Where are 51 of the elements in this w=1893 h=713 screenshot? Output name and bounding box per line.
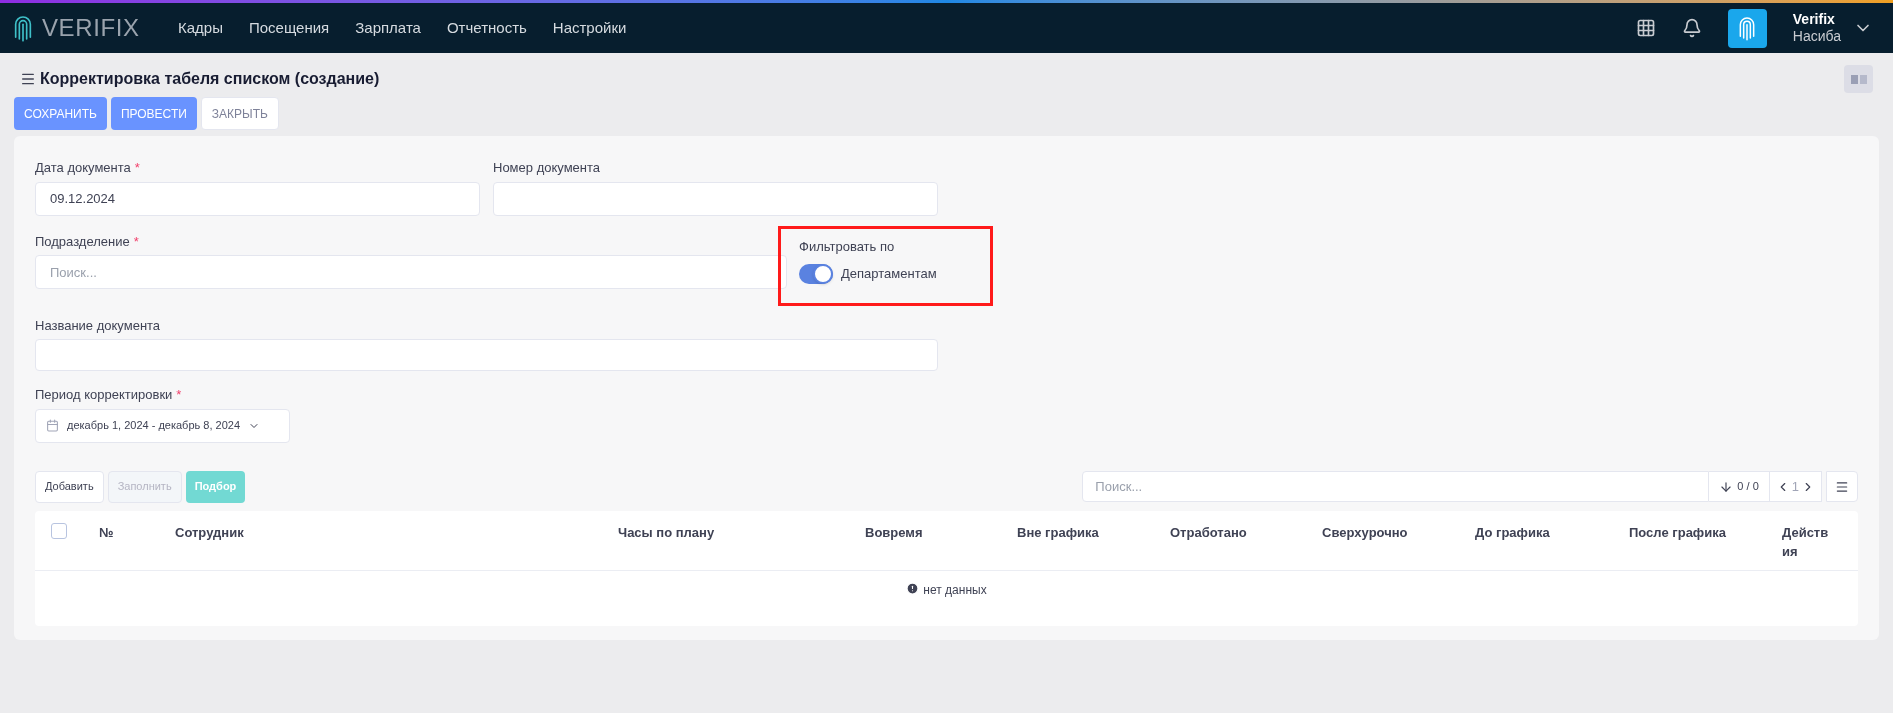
required-mark: *: [133, 232, 139, 251]
table-search-input[interactable]: Поиск...: [1082, 471, 1710, 502]
action-button[interactable]: ЗАКРЫТЬ: [200, 97, 279, 130]
number-input[interactable]: [493, 181, 938, 216]
column-header: После графика: [1629, 524, 1726, 540]
column-header: Сверхурочно: [1322, 524, 1408, 540]
nav-link[interactable]: Настройки: [552, 16, 627, 40]
nav-link[interactable]: Отчетность: [446, 16, 527, 40]
user-name: Насиба: [1792, 28, 1841, 46]
columns-menu-button[interactable]: [1826, 471, 1858, 502]
page-title: Корректировка табеля списком (создание): [40, 69, 380, 89]
field-label: Дата документа: [35, 159, 131, 177]
nav-link[interactable]: Посещения: [248, 16, 330, 40]
nav-link[interactable]: Зарплата: [355, 16, 421, 40]
translate-icon: [1850, 74, 1867, 84]
select-all-checkbox[interactable]: [51, 522, 67, 539]
menu-icon: [1835, 479, 1849, 494]
column-header: Действия: [1782, 523, 1830, 561]
company-name: Verifix: [1792, 10, 1836, 28]
document-name-input[interactable]: [35, 339, 938, 371]
alert-icon: [906, 581, 920, 595]
toggle-label: Департаментам: [841, 265, 937, 284]
field-label: Номер документа: [493, 159, 600, 177]
toggle-switch[interactable]: [799, 264, 833, 284]
column-header: Вне графика: [1017, 524, 1099, 540]
notification-bell-icon[interactable]: [1681, 18, 1702, 38]
period-picker[interactable]: декабрь 1, 2024 - декабрь 8, 2024: [35, 408, 290, 443]
required-mark: *: [176, 386, 182, 404]
column-header: Сотрудник: [175, 524, 244, 540]
column-header: Отработано: [1170, 524, 1247, 540]
avatar-tile[interactable]: [1727, 8, 1767, 48]
sort-count-button[interactable]: 0 / 0: [1709, 471, 1770, 502]
required-mark: *: [134, 159, 140, 177]
filter-label: Фильтровать по: [799, 237, 896, 256]
logo-text: VERIFIX: [42, 13, 140, 43]
fingerprint-icon: [12, 13, 34, 43]
column-header: Вовремя: [865, 524, 923, 540]
empty-message: нет данных: [923, 581, 987, 599]
column-header: №: [99, 524, 114, 540]
column-header: До графика: [1475, 524, 1550, 540]
field-label: Название документа: [35, 316, 161, 335]
field-label: Период корректировки: [35, 386, 173, 404]
menu-icon[interactable]: [20, 71, 36, 87]
division-search-input[interactable]: Поиск...: [35, 255, 787, 289]
table-button[interactable]: Добавить: [35, 470, 104, 503]
column-header: Часы по плану: [618, 524, 715, 540]
nav-link[interactable]: Кадры: [178, 16, 223, 40]
calendar-icon: [46, 419, 59, 432]
field-label: Подразделение: [35, 232, 130, 251]
apps-grid-icon[interactable]: [1635, 18, 1656, 38]
date-input[interactable]: 09.12.2024: [35, 181, 480, 216]
